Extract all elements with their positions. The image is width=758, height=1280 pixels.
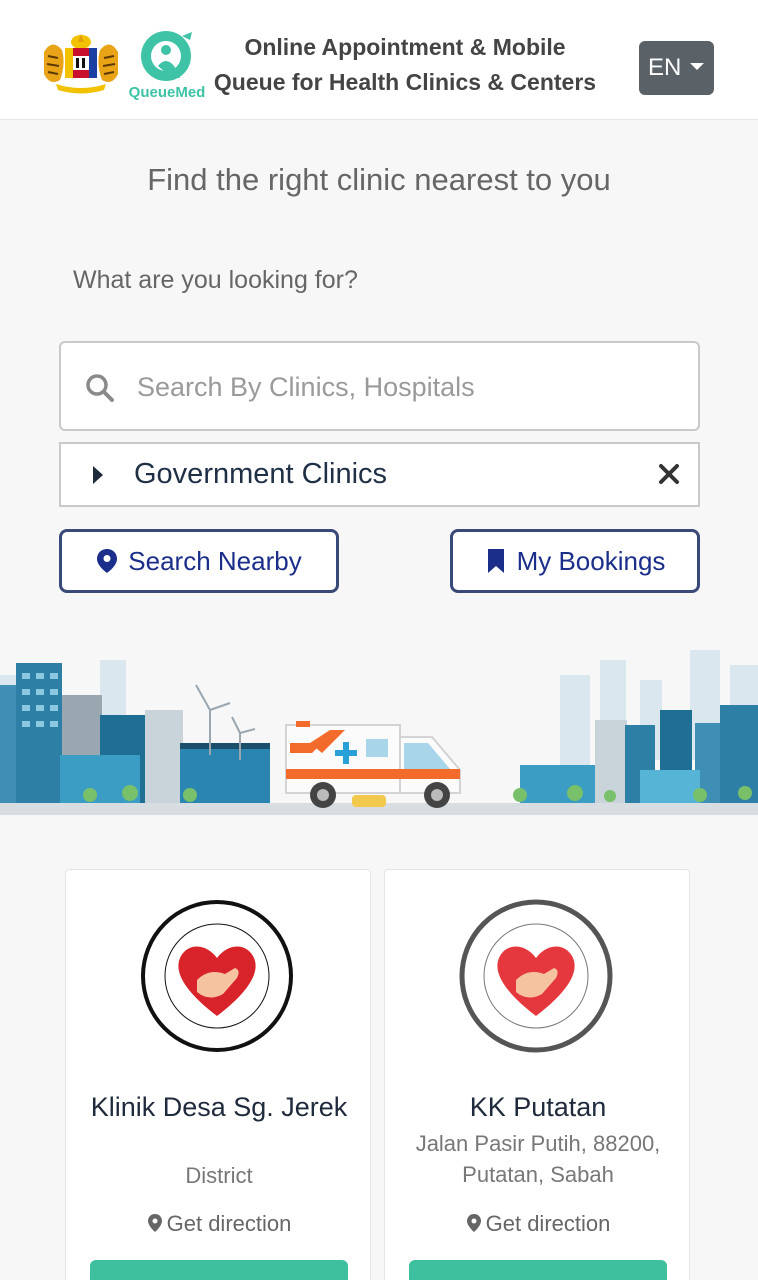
- clinic-card[interactable]: KK Putatan Jalan Pasir Putih, 88200, Put…: [384, 869, 690, 1280]
- search-nearby-button[interactable]: Search Nearby: [59, 529, 339, 593]
- search-question-label: What are you looking for?: [73, 266, 358, 294]
- search-nearby-label: Search Nearby: [128, 545, 302, 576]
- queuemed-brand-text: QueueMed: [128, 84, 206, 101]
- ministry-of-health-logo: [459, 899, 613, 1053]
- get-direction-label: Get direction: [485, 1211, 611, 1236]
- map-marker-icon: [97, 549, 118, 573]
- my-bookings-label: My Bookings: [516, 545, 666, 576]
- ministry-of-health-logo: [141, 900, 293, 1052]
- app-header: QueueMed Online Appointment & Mobile Que…: [0, 0, 758, 120]
- clinic-address: Jalan Pasir Putih, 88200, Putatan, Sabah: [415, 1131, 661, 1187]
- clinic-card[interactable]: Klinik Desa Sg. Jerek District Get direc…: [65, 869, 371, 1280]
- city-ambulance-illustration: [0, 650, 758, 815]
- clinic-name[interactable]: KK Putatan: [395, 1092, 681, 1123]
- language-label: EN: [648, 54, 682, 81]
- clinic-address: District: [185, 1163, 253, 1188]
- language-dropdown-button[interactable]: EN: [639, 41, 714, 95]
- map-marker-icon: [466, 1214, 481, 1232]
- my-bookings-button[interactable]: My Bookings: [450, 529, 700, 593]
- clinic-name[interactable]: Klinik Desa Sg. Jerek: [76, 1092, 362, 1123]
- book-clinic-button[interactable]: [90, 1260, 348, 1280]
- clinic-type-filter[interactable]: Government Clinics: [59, 442, 700, 507]
- search-box[interactable]: [59, 341, 700, 431]
- queuemed-mark-icon: [141, 31, 192, 81]
- get-direction-link[interactable]: Get direction: [385, 1211, 691, 1237]
- get-direction-label: Get direction: [166, 1211, 292, 1236]
- header-title-line2: Queue for Health Clinics & Centers: [213, 69, 597, 95]
- map-marker-icon: [147, 1214, 162, 1232]
- caret-right-icon: [93, 466, 103, 484]
- bookmark-icon: [487, 549, 504, 573]
- search-icon: [86, 374, 114, 402]
- filter-label: Government Clinics: [134, 458, 388, 490]
- close-icon[interactable]: [657, 462, 681, 486]
- queuemed-logo: QueueMed: [124, 28, 210, 102]
- caret-down-icon: [690, 63, 704, 70]
- book-clinic-button[interactable]: [409, 1260, 667, 1280]
- get-direction-link[interactable]: Get direction: [66, 1211, 372, 1237]
- government-crest-logo: [44, 34, 118, 94]
- header-title-line1: Online Appointment & Mobile: [244, 34, 566, 60]
- hero-title: Find the right clinic nearest to you: [147, 162, 611, 197]
- header-title: Online Appointment & Mobile Queue for He…: [208, 30, 602, 100]
- search-input[interactable]: [137, 363, 677, 411]
